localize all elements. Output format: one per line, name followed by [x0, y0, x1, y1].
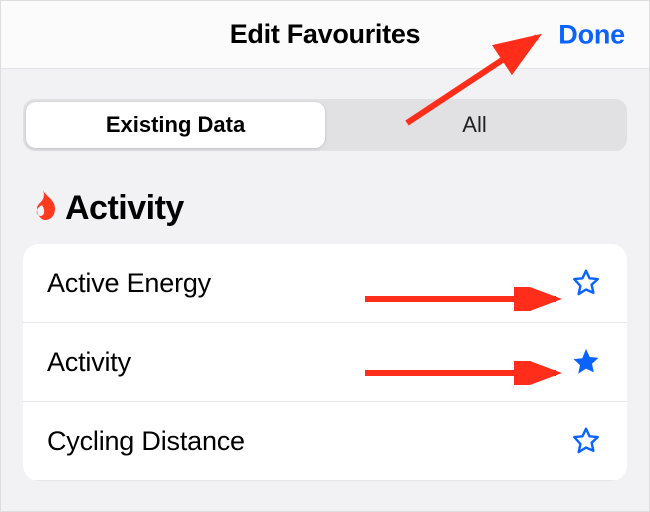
star-outline-icon [570, 267, 602, 299]
segment-all[interactable]: All [325, 102, 624, 148]
list-item-label: Activity [47, 347, 131, 378]
segment-label: All [462, 112, 486, 138]
segmented-control: Existing Data All [23, 99, 627, 151]
done-button[interactable]: Done [558, 19, 625, 50]
segment-existing-data[interactable]: Existing Data [26, 102, 325, 148]
favourite-toggle[interactable] [569, 266, 603, 300]
flame-icon [29, 189, 57, 228]
star-filled-icon [570, 346, 602, 378]
list-item[interactable]: Active Energy [23, 244, 627, 323]
favourite-toggle[interactable] [569, 345, 603, 379]
list-item-label: Cycling Distance [47, 426, 245, 457]
page-title: Edit Favourites [230, 19, 421, 50]
segmented-control-container: Existing Data All [1, 69, 649, 169]
segment-label: Existing Data [106, 112, 245, 138]
section-title: Activity [65, 189, 184, 228]
nav-bar: Edit Favourites Done [1, 1, 649, 69]
list-item-label: Active Energy [47, 268, 211, 299]
list-item[interactable]: Activity [23, 323, 627, 402]
favourite-toggle[interactable] [569, 424, 603, 458]
favourites-list: Active Energy Activity Cycling Distance [23, 244, 627, 481]
app-frame: Edit Favourites Done Existing Data All A… [0, 0, 650, 512]
section-activity: Activity Active Energy Activity [1, 169, 649, 481]
list-item[interactable]: Cycling Distance [23, 402, 627, 481]
section-header: Activity [29, 189, 627, 228]
star-outline-icon [570, 425, 602, 457]
